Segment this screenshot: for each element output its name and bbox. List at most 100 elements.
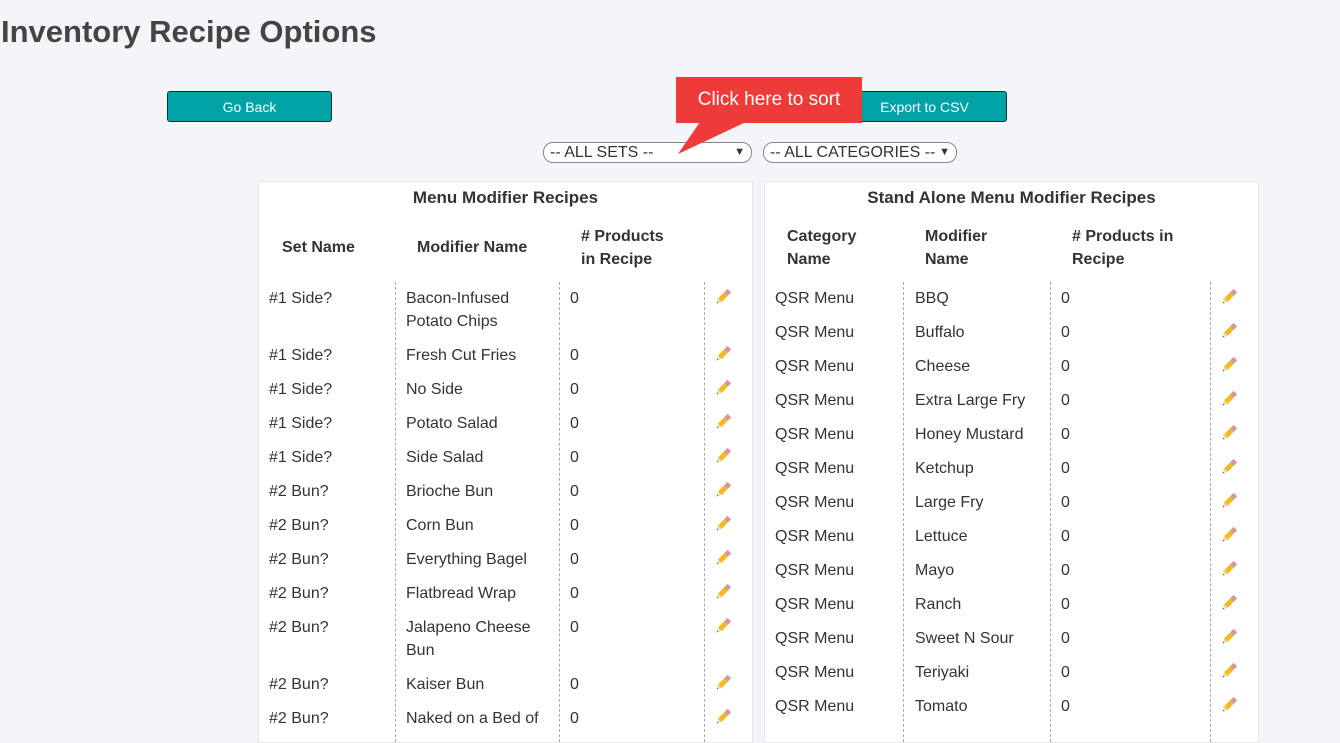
column-header-products-count[interactable]: # Products in Recipe xyxy=(581,225,681,271)
pencil-icon[interactable] xyxy=(1219,525,1239,548)
cell-count: 0 xyxy=(1061,460,1070,477)
cell-set: #2 Bun? xyxy=(269,517,329,534)
cell-modifier: Mayo xyxy=(915,562,955,579)
cell-set: #1 Side? xyxy=(269,415,333,432)
cell-modifier: Bacon-Infused Potato Chips xyxy=(406,290,510,330)
pencil-icon[interactable] xyxy=(713,378,733,401)
cell-modifier: Buffalo xyxy=(915,324,965,341)
cell-count: 0 xyxy=(1061,290,1070,307)
cell-count: 0 xyxy=(570,551,579,568)
cell-category: QSR Menu xyxy=(775,698,855,715)
column-header-set-name[interactable]: Set Name xyxy=(282,236,355,259)
cell-category: QSR Menu xyxy=(775,630,855,647)
cell-category: QSR Menu xyxy=(775,358,855,375)
cell-set: #2 Bun? xyxy=(269,551,329,568)
column-header-modifier-name[interactable]: Modifier Name xyxy=(417,236,527,259)
cell-set: #1 Side? xyxy=(269,290,333,307)
column-divider xyxy=(559,282,560,742)
cell-count: 0 xyxy=(570,585,579,602)
cell-count: 0 xyxy=(1061,664,1070,681)
pencil-icon[interactable] xyxy=(1219,695,1239,718)
cell-count: 0 xyxy=(1061,392,1070,409)
cell-modifier: Lettuce xyxy=(915,528,968,545)
cell-modifier: Sweet N Sour xyxy=(915,630,1014,647)
cell-count: 0 xyxy=(1061,358,1070,375)
column-header-modifier-name[interactable]: Modifier Name xyxy=(925,225,1015,271)
cell-modifier: Tomato xyxy=(915,698,968,715)
cell-modifier: Flatbread Wrap xyxy=(406,585,516,602)
sort-callout: Click here to sort xyxy=(676,77,862,123)
cell-modifier: Naked on a Bed of xyxy=(406,710,539,727)
pencil-icon[interactable] xyxy=(713,412,733,435)
cell-count: 0 xyxy=(570,415,579,432)
pencil-icon[interactable] xyxy=(713,344,733,367)
cell-count: 0 xyxy=(1061,494,1070,511)
pencil-icon[interactable] xyxy=(713,514,733,537)
pencil-icon[interactable] xyxy=(1219,627,1239,650)
cell-count: 0 xyxy=(1061,562,1070,579)
cell-category: QSR Menu xyxy=(775,562,855,579)
cell-modifier: Teriyaki xyxy=(915,664,970,681)
pencil-icon[interactable] xyxy=(1219,661,1239,684)
cell-set: #2 Bun? xyxy=(269,676,329,693)
cell-set: #1 Side? xyxy=(269,347,333,364)
pencil-icon[interactable] xyxy=(1219,593,1239,616)
callout-pointer xyxy=(678,122,746,154)
cell-category: QSR Menu xyxy=(775,528,855,545)
cell-modifier: Ketchup xyxy=(915,460,974,477)
pencil-icon[interactable] xyxy=(1219,559,1239,582)
cell-modifier: No Side xyxy=(406,381,463,398)
cell-count: 0 xyxy=(570,381,579,398)
pencil-icon[interactable] xyxy=(1219,491,1239,514)
column-divider xyxy=(704,282,705,742)
pencil-icon[interactable] xyxy=(1219,287,1239,310)
pencil-icon[interactable] xyxy=(713,548,733,571)
cell-count: 0 xyxy=(570,449,579,466)
pencil-icon[interactable] xyxy=(713,287,733,310)
pencil-icon[interactable] xyxy=(1219,355,1239,378)
pencil-icon[interactable] xyxy=(713,616,733,639)
cell-category: QSR Menu xyxy=(775,494,855,511)
column-divider xyxy=(903,282,904,742)
cell-set: #1 Side? xyxy=(269,449,333,466)
cell-count: 0 xyxy=(570,517,579,534)
cell-category: QSR Menu xyxy=(775,596,855,613)
cell-modifier: BBQ xyxy=(915,290,949,307)
menu-modifier-recipes-panel: Menu Modifier Recipes Set Name Modifier … xyxy=(258,181,753,743)
cell-category: QSR Menu xyxy=(775,460,855,477)
cell-count: 0 xyxy=(570,619,579,636)
column-header-products-count[interactable]: # Products in Recipe xyxy=(1072,225,1192,271)
cell-count: 0 xyxy=(570,347,579,364)
cell-set: #2 Bun? xyxy=(269,483,329,500)
cell-count: 0 xyxy=(1061,426,1070,443)
cell-count: 0 xyxy=(570,483,579,500)
cell-count: 0 xyxy=(1061,324,1070,341)
cell-count: 0 xyxy=(1061,596,1070,613)
stand-alone-modifier-recipes-panel: Stand Alone Menu Modifier Recipes Catego… xyxy=(764,181,1259,743)
pencil-icon[interactable] xyxy=(713,582,733,605)
cell-modifier: Large Fry xyxy=(915,494,984,511)
pencil-icon[interactable] xyxy=(1219,389,1239,412)
cell-category: QSR Menu xyxy=(775,324,855,341)
pencil-icon[interactable] xyxy=(1219,423,1239,446)
cell-set: #2 Bun? xyxy=(269,619,329,636)
cell-modifier: Honey Mustard xyxy=(915,426,1024,443)
cell-modifier: Kaiser Bun xyxy=(406,676,485,693)
cell-count: 0 xyxy=(1061,698,1070,715)
pencil-icon[interactable] xyxy=(713,446,733,469)
cell-category: QSR Menu xyxy=(775,290,855,307)
column-divider xyxy=(1050,282,1051,742)
pencil-icon[interactable] xyxy=(713,707,733,730)
pencil-icon[interactable] xyxy=(1219,457,1239,480)
column-header-category-name[interactable]: Category Name xyxy=(787,225,877,271)
cell-set: #2 Bun? xyxy=(269,710,329,727)
cell-modifier: Everything Bagel xyxy=(406,551,527,568)
cell-count: 0 xyxy=(1061,630,1070,647)
cell-modifier: Side Salad xyxy=(406,449,484,466)
cell-modifier: Cheese xyxy=(915,358,971,375)
pencil-icon[interactable] xyxy=(713,480,733,503)
pencil-icon[interactable] xyxy=(713,673,733,696)
cell-modifier: Corn Bun xyxy=(406,517,474,534)
cell-category: QSR Menu xyxy=(775,664,855,681)
pencil-icon[interactable] xyxy=(1219,321,1239,344)
